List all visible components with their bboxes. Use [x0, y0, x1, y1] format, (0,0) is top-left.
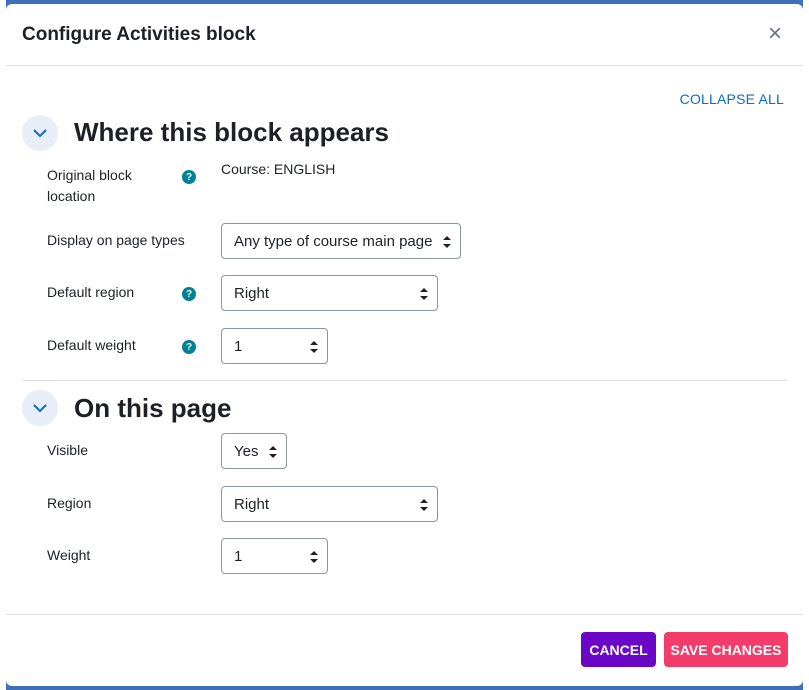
- save-changes-button[interactable]: SAVE CHANGES: [664, 632, 788, 667]
- select-value: Yes: [234, 442, 259, 460]
- select-value: Right: [234, 495, 270, 513]
- region-select[interactable]: Right: [221, 486, 438, 522]
- select-arrows-icon: [443, 236, 451, 248]
- select-arrows-icon: [420, 288, 428, 300]
- section-title: Where this block appears: [74, 117, 389, 147]
- dialog-header: Configure Activities block ×: [6, 4, 803, 66]
- default-weight-label: Default weight: [47, 337, 136, 353]
- default-region-label: Default region: [47, 284, 135, 300]
- select-value: 1: [234, 337, 243, 355]
- select-arrows-icon: [310, 551, 318, 563]
- section-divider: [22, 380, 787, 381]
- display-on-page-types-select[interactable]: Any type of course main page: [221, 223, 461, 259]
- visible-select[interactable]: Yes: [221, 433, 287, 469]
- chevron-down-icon: [33, 403, 47, 412]
- collapse-all-link[interactable]: COLLAPSE ALL: [680, 91, 784, 107]
- weight-select[interactable]: 1: [221, 538, 328, 574]
- region-label: Region: [47, 495, 92, 511]
- default-region-select[interactable]: Right: [221, 275, 438, 311]
- weight-label: Weight: [47, 547, 91, 563]
- original-block-location-value: Course: ENGLISH: [221, 161, 336, 177]
- default-weight-select[interactable]: 1: [221, 328, 328, 364]
- cancel-button[interactable]: CANCEL: [581, 632, 656, 667]
- section-toggle-on-this-page[interactable]: [22, 390, 58, 426]
- section-title: On this page: [74, 393, 232, 423]
- select-value: Any type of course main page: [234, 232, 433, 250]
- select-value: 1: [234, 547, 243, 565]
- visible-label: Visible: [47, 442, 88, 458]
- select-value: Right: [234, 284, 270, 302]
- dialog-title: Configure Activities block: [22, 24, 256, 45]
- question-icon[interactable]: ?: [182, 170, 196, 184]
- select-arrows-icon: [420, 499, 428, 511]
- chevron-down-icon: [33, 128, 47, 137]
- select-arrows-icon: [269, 446, 277, 458]
- question-icon[interactable]: ?: [182, 287, 196, 301]
- original-block-location-label: Original block location: [47, 167, 132, 204]
- question-icon[interactable]: ?: [182, 340, 196, 354]
- configure-block-dialog: Configure Activities block × COLLAPSE AL…: [6, 4, 803, 686]
- background-page-right: [803, 0, 809, 690]
- close-icon[interactable]: ×: [763, 22, 787, 46]
- display-on-page-types-label: Display on page types: [47, 232, 185, 248]
- select-arrows-icon: [310, 341, 318, 353]
- dialog-footer-divider: [6, 614, 803, 615]
- section-toggle-where-block-appears[interactable]: [22, 115, 58, 151]
